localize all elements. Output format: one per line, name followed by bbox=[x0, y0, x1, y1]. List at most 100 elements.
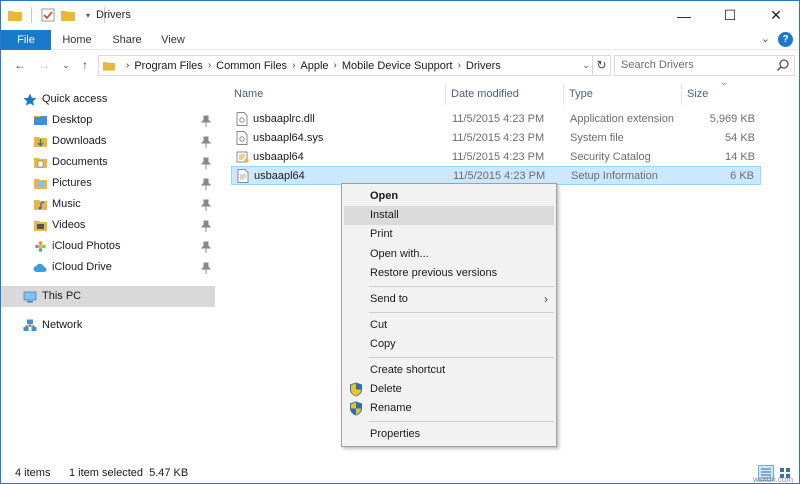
pin-icon[interactable] bbox=[200, 114, 212, 127]
search-input[interactable]: Search Drivers bbox=[614, 55, 795, 76]
uac-shield-icon bbox=[349, 382, 363, 397]
menu-item-restore-previous-versions[interactable]: Restore previous versions bbox=[344, 264, 554, 283]
chevron-right-icon: › bbox=[333, 60, 337, 71]
sidebar-item-this-pc[interactable]: This PC bbox=[1, 286, 215, 307]
sidebar-item-documents[interactable]: Documents bbox=[33, 152, 217, 173]
sidebar-item-icloud-photos[interactable]: iCloud Photos bbox=[33, 236, 217, 257]
sidebar-item-videos[interactable]: Videos bbox=[33, 215, 217, 236]
file-row[interactable]: usbaapl64 11/5/2015 4:23 PM Security Cat… bbox=[231, 148, 761, 167]
tab-file[interactable]: File bbox=[1, 30, 51, 50]
tab-view[interactable]: View bbox=[151, 30, 195, 50]
file-name: usbaapl64.sys bbox=[253, 132, 324, 144]
forward-button[interactable]: → bbox=[37, 58, 51, 72]
menu-item-open-with[interactable]: Open with... bbox=[344, 245, 554, 264]
inf-file-icon bbox=[237, 169, 251, 184]
file-row[interactable]: usbaapl64.sys 11/5/2015 4:23 PM System f… bbox=[231, 129, 761, 148]
chevron-right-icon: › bbox=[544, 292, 548, 306]
address-dropdown-icon[interactable]: ⌄ bbox=[579, 55, 593, 76]
sys-file-icon bbox=[236, 131, 250, 146]
column-header-name[interactable]: Name bbox=[229, 83, 446, 105]
pin-icon[interactable] bbox=[200, 156, 212, 169]
chevron-right-icon: › bbox=[457, 60, 461, 71]
maximize-button[interactable]: ☐ bbox=[707, 1, 753, 30]
back-button[interactable]: ← bbox=[13, 58, 27, 72]
nav-label: Videos bbox=[52, 219, 86, 231]
divider bbox=[31, 7, 32, 23]
file-date: 11/5/2015 4:23 PM bbox=[452, 113, 545, 125]
sidebar-item-network[interactable]: Network bbox=[23, 315, 213, 336]
pin-icon[interactable] bbox=[200, 198, 212, 211]
sidebar-item-music[interactable]: Music bbox=[33, 194, 217, 215]
pin-icon[interactable] bbox=[200, 135, 212, 148]
pin-icon[interactable] bbox=[200, 177, 212, 190]
file-size: 14 KB bbox=[725, 151, 755, 163]
help-icon[interactable]: ? bbox=[778, 32, 793, 47]
status-item-count: 4 items bbox=[15, 467, 51, 479]
menu-item-rename[interactable]: Rename bbox=[344, 399, 554, 418]
status-selection: 1 item selected 5.47 KB bbox=[69, 467, 189, 479]
breadcrumb-segment[interactable]: Apple bbox=[300, 60, 328, 72]
dll-file-icon bbox=[236, 112, 250, 127]
nav-quick-access[interactable]: Quick access bbox=[23, 89, 213, 110]
menu-item-send-to[interactable]: Send to › bbox=[344, 290, 554, 309]
new-folder-icon[interactable] bbox=[60, 7, 76, 23]
documents-icon bbox=[33, 156, 47, 170]
menu-item-create-shortcut[interactable]: Create shortcut bbox=[344, 361, 554, 380]
sidebar-item-icloud-drive[interactable]: iCloud Drive bbox=[33, 257, 217, 278]
file-row[interactable]: usbaaplrc.dll 11/5/2015 4:23 PM Applicat… bbox=[231, 110, 761, 129]
minimize-button[interactable]: — bbox=[661, 1, 707, 30]
address-bar[interactable]: › Program Files › Common Files › Apple ›… bbox=[98, 55, 593, 76]
pin-icon[interactable] bbox=[200, 219, 212, 232]
menu-item-open[interactable]: Open bbox=[344, 187, 554, 206]
menu-label: Rename bbox=[370, 402, 412, 414]
menu-item-copy[interactable]: Copy bbox=[344, 335, 554, 354]
pin-icon[interactable] bbox=[200, 240, 212, 253]
pin-icon[interactable] bbox=[200, 261, 212, 274]
tab-share[interactable]: Share bbox=[105, 30, 149, 50]
nav-label: Network bbox=[42, 319, 83, 331]
nav-label: Pictures bbox=[52, 177, 92, 189]
menu-item-delete[interactable]: Delete bbox=[344, 380, 554, 399]
ribbon-tabs: File Home Share View ⌄ ? bbox=[1, 30, 799, 50]
sidebar-item-desktop[interactable]: Desktop bbox=[33, 110, 217, 131]
column-header-size[interactable]: Size bbox=[682, 83, 761, 105]
desktop-icon bbox=[33, 114, 47, 128]
customize-toolbar-icon[interactable]: ▾ bbox=[80, 7, 96, 23]
sidebar-item-downloads[interactable]: Downloads bbox=[33, 131, 217, 152]
tab-home[interactable]: Home bbox=[55, 30, 99, 50]
menu-item-properties[interactable]: Properties bbox=[344, 425, 554, 444]
window-controls: — ☐ ✕ bbox=[661, 1, 799, 30]
menu-item-print[interactable]: Print bbox=[344, 225, 554, 244]
recent-locations-button[interactable]: ⌄ bbox=[59, 58, 73, 72]
nav-label: Quick access bbox=[42, 93, 108, 105]
file-name: usbaapl64 bbox=[253, 151, 304, 163]
up-button[interactable]: ↑ bbox=[78, 58, 92, 72]
network-icon bbox=[23, 319, 37, 333]
file-type: Application extension bbox=[570, 113, 674, 125]
close-button[interactable]: ✕ bbox=[753, 1, 799, 30]
breadcrumb-segment[interactable]: Mobile Device Support bbox=[342, 60, 453, 72]
menu-separator bbox=[369, 421, 554, 422]
chevron-right-icon: › bbox=[207, 60, 212, 71]
search-placeholder: Search Drivers bbox=[621, 59, 694, 71]
star-icon bbox=[23, 93, 37, 107]
refresh-button[interactable]: ↻ bbox=[593, 55, 611, 76]
context-menu: Open Install Print Open with... Restore … bbox=[341, 183, 557, 447]
column-header-type[interactable]: Type bbox=[564, 83, 682, 105]
breadcrumb-segment[interactable]: Common Files bbox=[216, 60, 287, 72]
breadcrumb-segment[interactable]: Program Files bbox=[134, 60, 202, 72]
menu-item-install[interactable]: Install bbox=[344, 206, 554, 225]
search-icon bbox=[776, 58, 790, 72]
file-name: usbaapl64 bbox=[254, 170, 305, 182]
videos-icon bbox=[33, 219, 47, 233]
sidebar-item-pictures[interactable]: Pictures bbox=[33, 173, 217, 194]
menu-item-cut[interactable]: Cut bbox=[344, 316, 554, 335]
nav-label: This PC bbox=[42, 290, 82, 302]
properties-icon[interactable] bbox=[40, 7, 56, 23]
menu-label: Delete bbox=[370, 383, 402, 395]
breadcrumb-segment[interactable]: Drivers bbox=[466, 60, 501, 72]
expand-ribbon-icon[interactable]: ⌄ bbox=[761, 32, 770, 47]
navigation-pane: Quick access Desktop Downloads Documents… bbox=[1, 83, 217, 455]
column-header-date[interactable]: Date modified bbox=[446, 83, 564, 105]
file-size: 5,969 KB bbox=[709, 113, 755, 125]
